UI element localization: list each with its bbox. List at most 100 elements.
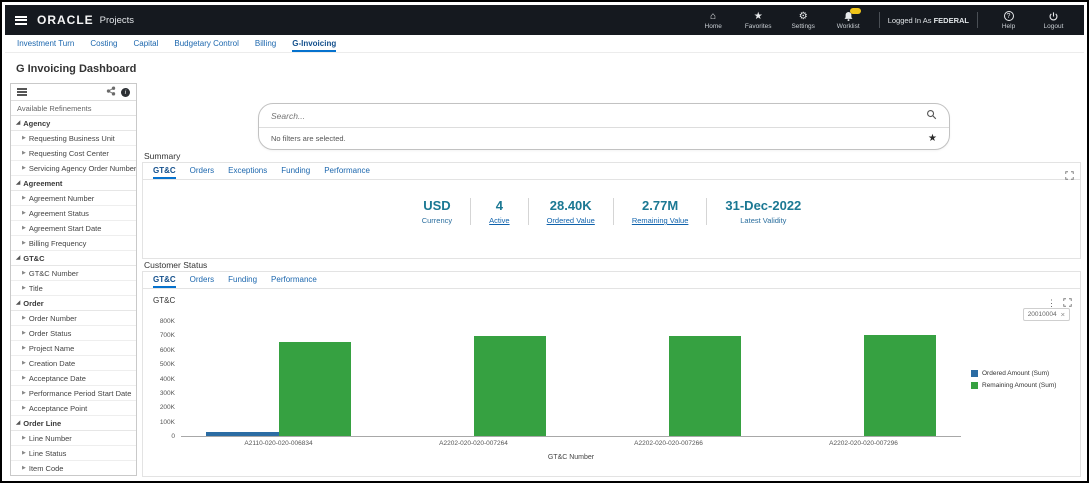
sidebar-item-agreement-start-date[interactable]: ▶ Agreement Start Date xyxy=(11,221,136,236)
metric-label-link[interactable]: Remaining Value xyxy=(632,216,689,225)
sidebar-item-line-number[interactable]: ▶ Line Number xyxy=(11,431,136,446)
sidebar-item-acceptance-point[interactable]: ▶ Acceptance Point xyxy=(11,401,136,416)
metric-currency: USD Currency xyxy=(404,198,470,225)
sidebar-item-order-status[interactable]: ▶ Order Status xyxy=(11,326,136,341)
bar-remaining-amount[interactable] xyxy=(278,341,351,436)
sidebar-item-order-number[interactable]: ▶ Order Number xyxy=(11,311,136,326)
sidebar-group-agreement[interactable]: ◢ Agreement xyxy=(11,176,136,191)
sidebar-item-gtc-number[interactable]: ▶ GT&C Number xyxy=(11,266,136,281)
kebab-menu-icon[interactable]: ⋮ xyxy=(1047,298,1056,308)
sidebar-item-agreement-number[interactable]: ▶ Agreement Number xyxy=(11,191,136,206)
hamburger-menu-icon[interactable] xyxy=(15,15,27,25)
sidebar-item-project-name[interactable]: ▶ Project Name xyxy=(11,341,136,356)
bar-group xyxy=(376,322,571,436)
chevron-right-icon: ▶ xyxy=(22,195,26,201)
y-tick-label: 400K xyxy=(159,376,175,383)
metric-ordered-value: 28.40K Ordered Value xyxy=(527,198,613,225)
settings-button[interactable]: ⚙ Settings xyxy=(781,10,826,31)
gtc-bar-chart: 800K 700K 600K 500K 400K 300K 200K 100K … xyxy=(153,318,1070,472)
chevron-right-icon: ▶ xyxy=(22,270,26,276)
sidebar-item-line-status[interactable]: ▶ Line Status xyxy=(11,446,136,461)
legend-item-remaining[interactable]: Remaining Amount (Sum) xyxy=(971,382,1056,389)
customer-tab-performance[interactable]: Performance xyxy=(271,275,317,288)
chevron-right-icon: ▶ xyxy=(22,390,26,396)
sidebar-group-order-line[interactable]: ◢ Order Line xyxy=(11,416,136,431)
favorites-button[interactable]: ★ Favorites xyxy=(736,10,781,31)
sidebar-item-performance-period-start-date[interactable]: ▶ Performance Period Start Date xyxy=(11,386,136,401)
sidebar-group-gtc[interactable]: ◢ GT&C xyxy=(11,251,136,266)
bar-remaining-amount[interactable] xyxy=(473,336,546,436)
chevron-right-icon: ▶ xyxy=(22,150,26,156)
metric-value: 31-Dec-2022 xyxy=(725,198,802,213)
summary-tab-exceptions[interactable]: Exceptions xyxy=(228,166,267,179)
bar-remaining-amount[interactable] xyxy=(668,336,741,436)
header-divider xyxy=(878,12,880,28)
help-button[interactable]: ? Help xyxy=(986,10,1031,30)
worklist-button[interactable]: Worklist xyxy=(826,8,871,30)
metric-label: Latest Validity xyxy=(740,216,787,225)
legend-swatch-green xyxy=(971,382,978,389)
bar-ordered-amount[interactable] xyxy=(206,431,279,436)
nav-tab-capital[interactable]: Capital xyxy=(133,39,158,52)
summary-section-label: Summary xyxy=(144,151,181,161)
header-actions: ⌂ Home ★ Favorites ⚙ Settings Worklist L… xyxy=(691,8,1084,31)
search-icon[interactable] xyxy=(926,107,937,125)
nav-tab-investment-turn[interactable]: Investment Turn xyxy=(17,39,74,52)
bar-remaining-amount[interactable] xyxy=(863,334,936,436)
sidebar-item-item-code[interactable]: ▶ Item Code xyxy=(11,461,136,475)
x-category-label: A2202-020-020-007264 xyxy=(439,440,508,447)
sidebar-collapse-icon[interactable] xyxy=(17,88,27,96)
info-icon[interactable]: i xyxy=(121,87,130,97)
chevron-right-icon: ▶ xyxy=(22,345,26,351)
customer-tab-gtc[interactable]: GT&C xyxy=(153,275,176,288)
nav-tab-g-invoicing[interactable]: G-Invoicing xyxy=(292,39,337,52)
metric-label-link[interactable]: Active xyxy=(489,216,509,225)
chevron-right-icon: ▶ xyxy=(22,405,26,411)
sidebar-item-creation-date[interactable]: ▶ Creation Date xyxy=(11,356,136,371)
sidebar-item-title[interactable]: ▶ Title xyxy=(11,281,136,296)
favorites-label: Favorites xyxy=(744,23,772,30)
search-input[interactable] xyxy=(271,110,926,121)
sidebar-item-agreement-status[interactable]: ▶ Agreement Status xyxy=(11,206,136,221)
y-tick-label: 200K xyxy=(159,404,175,411)
sidebar-toolbar: i xyxy=(11,84,136,101)
sidebar-group-agency[interactable]: ◢ Agency xyxy=(11,116,136,131)
sidebar-group-order[interactable]: ◢ Order xyxy=(11,296,136,311)
customer-tab-funding[interactable]: Funding xyxy=(228,275,257,288)
chart-title: GT&C xyxy=(153,296,176,305)
sidebar-item-acceptance-date[interactable]: ▶ Acceptance Date xyxy=(11,371,136,386)
sidebar-item-servicing-agency-order-number[interactable]: ▶ Servicing Agency Order Number xyxy=(11,161,136,176)
sidebar-item-billing-frequency[interactable]: ▶ Billing Frequency xyxy=(11,236,136,251)
metric-value: 2.77M xyxy=(642,198,679,213)
bar-group xyxy=(571,322,766,436)
metric-label-link[interactable]: Ordered Value xyxy=(547,216,595,225)
summary-tab-orders[interactable]: Orders xyxy=(190,166,214,179)
chevron-right-icon: ▶ xyxy=(22,210,26,216)
sidebar-item-requesting-business-unit[interactable]: ▶ Requesting Business Unit xyxy=(11,131,136,146)
oracle-logo: ORACLE xyxy=(37,13,94,27)
legend-item-ordered[interactable]: Ordered Amount (Sum) xyxy=(971,370,1056,377)
nav-tab-costing[interactable]: Costing xyxy=(90,39,117,52)
filter-chip[interactable]: 20010004 × xyxy=(1022,308,1070,321)
favorite-star-icon[interactable]: ★ xyxy=(928,133,937,144)
logout-button[interactable]: Logout xyxy=(1031,10,1076,30)
customer-status-section-label: Customer Status xyxy=(144,260,208,270)
nav-tab-budgetary-control[interactable]: Budgetary Control xyxy=(174,39,238,52)
home-button[interactable]: ⌂ Home xyxy=(691,10,736,31)
share-icon[interactable] xyxy=(106,84,116,101)
y-tick-label: 100K xyxy=(159,419,175,426)
search-bar xyxy=(259,104,949,128)
summary-tab-performance[interactable]: Performance xyxy=(324,166,370,179)
customer-tab-orders[interactable]: Orders xyxy=(190,275,214,288)
sidebar-item-requesting-cost-center[interactable]: ▶ Requesting Cost Center xyxy=(11,146,136,161)
close-icon[interactable]: × xyxy=(1061,310,1065,319)
summary-tab-funding[interactable]: Funding xyxy=(281,166,310,179)
group-expanded-icon: ◢ xyxy=(16,255,21,261)
summary-tab-gtc[interactable]: GT&C xyxy=(153,166,176,179)
metric-value: USD xyxy=(423,198,451,213)
y-tick-label: 500K xyxy=(159,361,175,368)
chevron-right-icon: ▶ xyxy=(22,465,26,471)
chevron-right-icon: ▶ xyxy=(22,330,26,336)
nav-tab-billing[interactable]: Billing xyxy=(255,39,276,52)
maximize-icon[interactable] xyxy=(1065,167,1074,185)
